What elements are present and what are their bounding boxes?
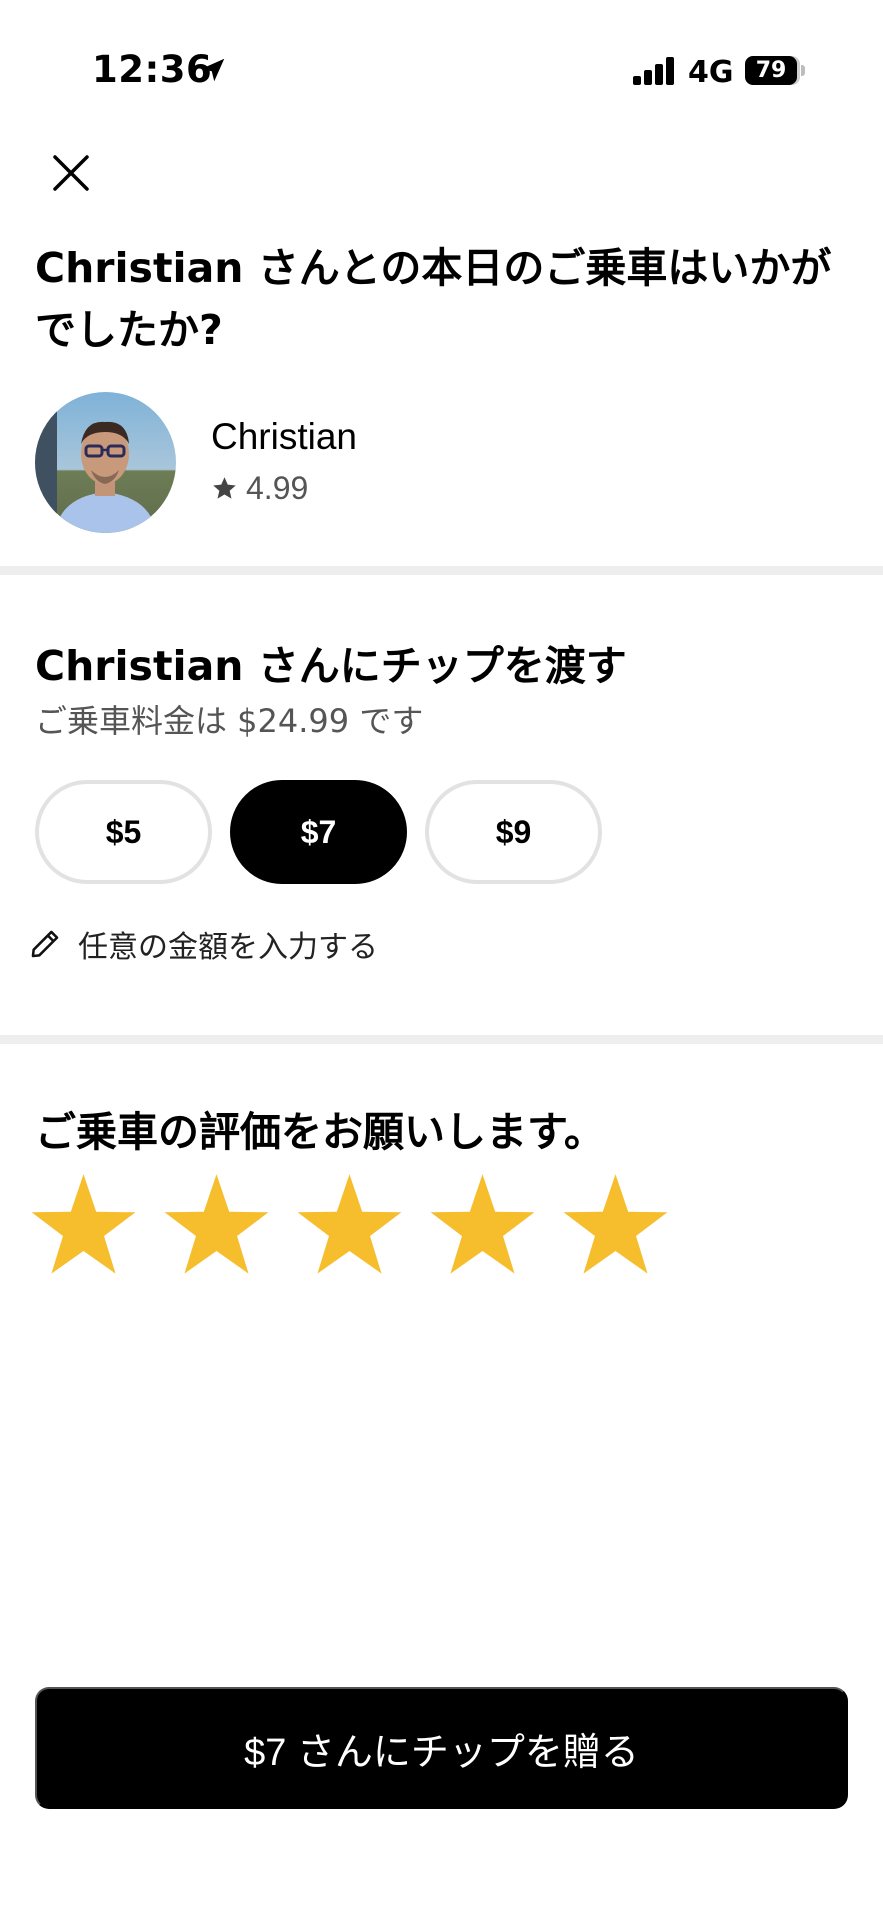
rating-section-title: ご乗車の評価をお願いします。 [35, 1108, 605, 1156]
close-icon [53, 155, 89, 191]
tip-section-title: Christian さんにチップを渡す [35, 642, 627, 690]
page-title: Christian さんとの本日のご乗車はいかがでしたか? [35, 244, 832, 354]
star-icon [213, 477, 236, 499]
signal-strength-icon [633, 57, 675, 85]
divider [0, 1035, 883, 1044]
rating-star-4[interactable] [427, 1172, 538, 1278]
tip-options: $5 $7 $9 [35, 780, 602, 884]
status-bar: 12:36 4G 79 [0, 0, 883, 140]
status-time: 12:36 [92, 48, 213, 91]
tip-option-5[interactable]: $5 [35, 780, 212, 884]
tip-option-7[interactable]: $7 [230, 780, 407, 884]
rating-star-3[interactable] [294, 1172, 405, 1278]
driver-name: Christian [211, 416, 357, 457]
fare-text: ご乗車料金は $24.99 です [35, 702, 424, 740]
location-arrow-icon [201, 58, 225, 82]
custom-amount-label: 任意の金額を入力する [78, 930, 378, 965]
network-type: 4G [688, 55, 734, 90]
custom-amount-button[interactable]: 任意の金額を入力する [28, 922, 378, 966]
pencil-icon [31, 930, 59, 958]
submit-tip-button[interactable]: $7 さんにチップを贈る [35, 1687, 848, 1809]
driver-rating-value: 4.99 [246, 470, 309, 506]
rating-star-5[interactable] [560, 1172, 671, 1278]
driver-rating: 4.99 [211, 470, 308, 507]
rating-star-1[interactable] [28, 1172, 139, 1278]
tip-option-9[interactable]: $9 [425, 780, 602, 884]
rating-star-2[interactable] [161, 1172, 272, 1278]
divider [0, 566, 883, 575]
battery-icon: 79 [745, 56, 797, 85]
star-rating [28, 1172, 671, 1278]
driver-avatar [35, 392, 176, 533]
close-button[interactable] [40, 142, 102, 204]
